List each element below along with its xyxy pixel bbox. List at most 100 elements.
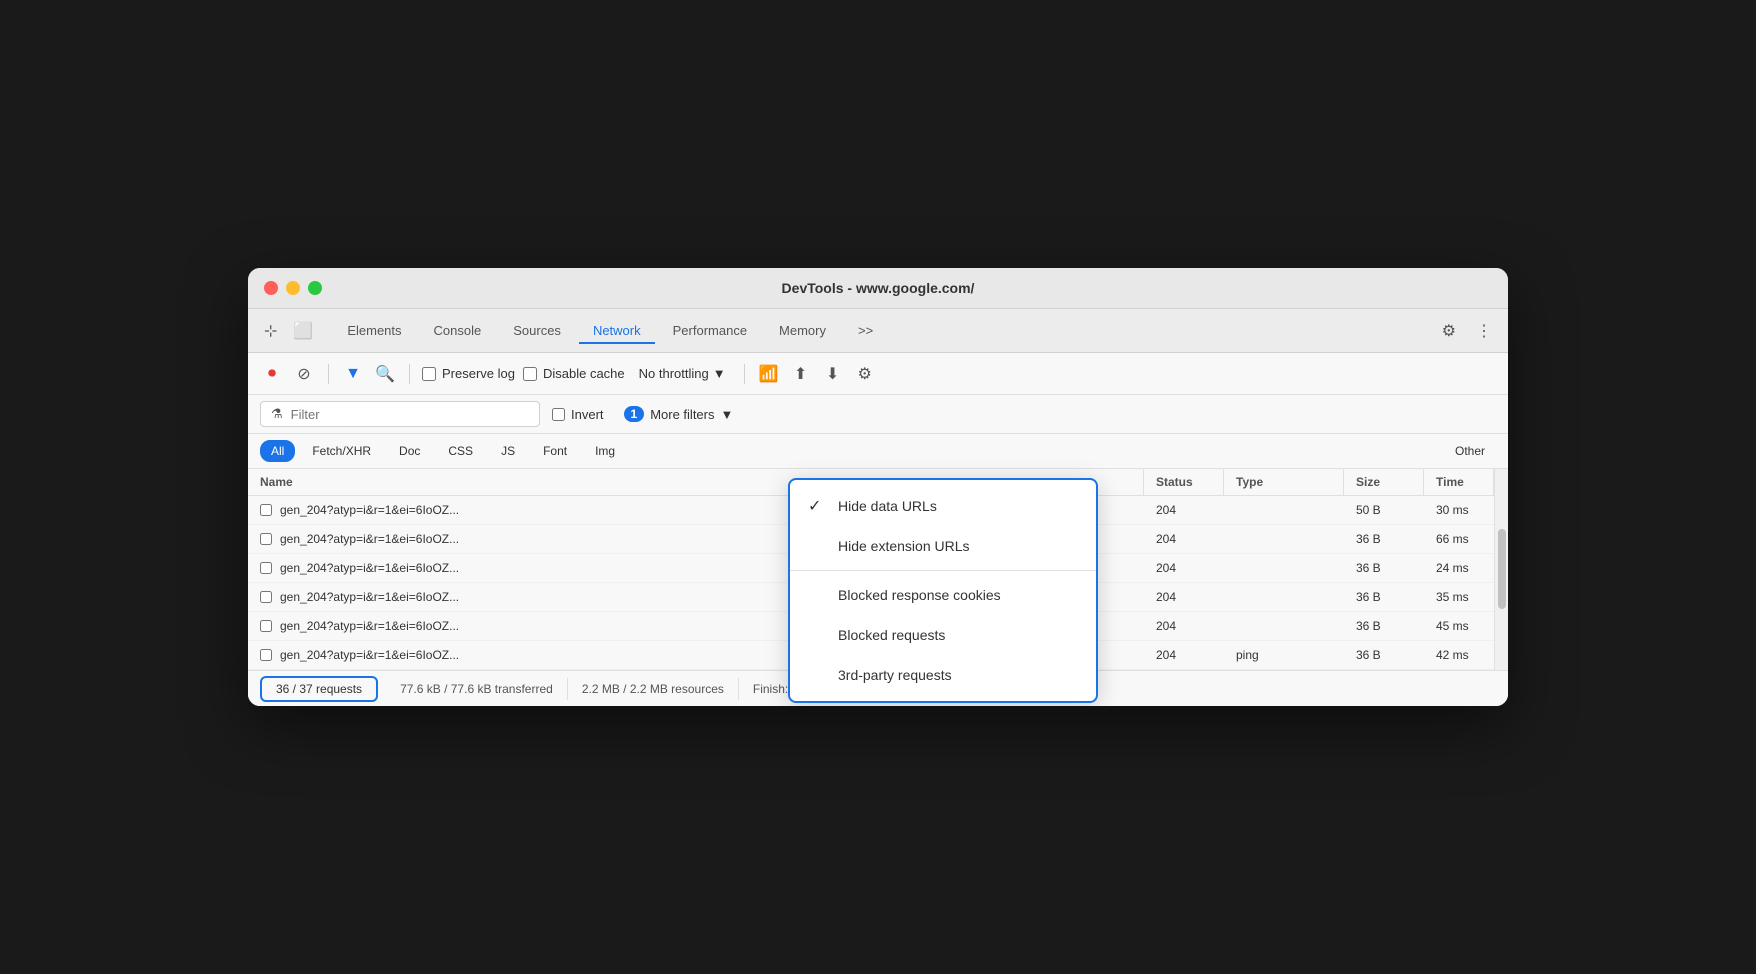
devtools-window: DevTools - www.google.com/ ⊹ ⬜ Elements …: [248, 268, 1508, 706]
scrollbar[interactable]: [1494, 469, 1508, 670]
clear-button[interactable]: ⊘: [292, 362, 316, 386]
maximize-button[interactable]: [308, 281, 322, 295]
tab-more[interactable]: >>: [844, 317, 887, 344]
disable-cache-group: Disable cache: [523, 366, 625, 381]
cell-type-3: [1224, 561, 1344, 575]
filter-icon[interactable]: ▼: [341, 362, 365, 386]
throttle-select[interactable]: No throttling ▼: [633, 364, 732, 383]
stop-recording-button[interactable]: ⏺: [260, 362, 284, 386]
dropdown-item-blocked-cookies[interactable]: ✓ Blocked response cookies: [790, 575, 1096, 615]
tab-network[interactable]: Network: [579, 317, 655, 344]
status-resources: 2.2 MB / 2.2 MB resources: [568, 678, 739, 700]
dropdown-item-hide-extension-urls[interactable]: ✓ Hide extension URLs: [790, 526, 1096, 566]
type-btn-other[interactable]: Other: [1444, 440, 1496, 462]
network-settings-icon[interactable]: ⚙: [853, 362, 877, 386]
cell-type-1: [1224, 503, 1344, 517]
invert-group: Invert: [552, 407, 604, 422]
cell-time-5: 45 ms: [1424, 612, 1494, 640]
type-btn-js[interactable]: JS: [490, 440, 526, 462]
row-checkbox-4[interactable]: [260, 591, 272, 603]
more-options-icon[interactable]: ⋮: [1472, 317, 1496, 345]
cell-size-1: 50 B: [1344, 496, 1424, 524]
more-filters-label: More filters: [650, 407, 714, 422]
cell-size-4: 36 B: [1344, 583, 1424, 611]
device-icon[interactable]: ⬜: [289, 317, 317, 345]
window-title: DevTools - www.google.com/: [782, 280, 975, 296]
dropdown-item-label-3: Blocked response cookies: [838, 587, 1001, 603]
tab-performance[interactable]: Performance: [659, 317, 761, 344]
preserve-log-label: Preserve log: [442, 366, 515, 381]
filter-input-wrap: ⚗: [260, 401, 540, 427]
download-icon[interactable]: ⬇: [821, 362, 845, 386]
row-checkbox-2[interactable]: [260, 533, 272, 545]
tab-memory[interactable]: Memory: [765, 317, 840, 344]
type-btn-img[interactable]: Img: [584, 440, 626, 462]
row-checkbox-5[interactable]: [260, 620, 272, 632]
cell-size-3: 36 B: [1344, 554, 1424, 582]
titlebar: DevTools - www.google.com/: [248, 268, 1508, 309]
cell-size-5: 36 B: [1344, 612, 1424, 640]
cell-size-6: 36 B: [1344, 641, 1424, 669]
settings-gear-icon[interactable]: ⚙: [1438, 317, 1460, 345]
tab-sources[interactable]: Sources: [499, 317, 575, 344]
disable-cache-checkbox[interactable]: [523, 367, 537, 381]
throttle-arrow-icon: ▼: [713, 366, 726, 381]
throttle-label: No throttling: [639, 366, 709, 381]
disable-cache-label: Disable cache: [543, 366, 625, 381]
row-checkbox-3[interactable]: [260, 562, 272, 574]
more-filters-dropdown: ✓ Hide data URLs ✓ Hide extension URLs ✓…: [788, 478, 1098, 703]
separator-3: [744, 364, 745, 384]
minimize-button[interactable]: [286, 281, 300, 295]
cell-status-6: 204: [1144, 641, 1224, 669]
type-filter-bar: All Fetch/XHR Doc CSS JS Font Img ✓ Hide…: [248, 434, 1508, 469]
dropdown-divider: [790, 570, 1096, 571]
dropdown-item-label: Hide data URLs: [838, 498, 937, 514]
dropdown-item-label-5: 3rd-party requests: [838, 667, 952, 683]
scrollbar-thumb[interactable]: [1498, 529, 1506, 609]
cell-type-5: [1224, 619, 1344, 633]
cell-type-2: [1224, 532, 1344, 546]
row-checkbox-6[interactable]: [260, 649, 272, 661]
devtools-content: ⊹ ⬜ Elements Console Sources Network Per…: [248, 309, 1508, 706]
tab-bar-right: ⚙ ⋮: [1438, 317, 1496, 345]
cell-time-2: 66 ms: [1424, 525, 1494, 553]
type-btn-fetchxhr[interactable]: Fetch/XHR: [301, 440, 382, 462]
cell-type-6: ping: [1224, 641, 1344, 669]
search-icon[interactable]: 🔍: [373, 362, 397, 386]
cell-type-4: [1224, 590, 1344, 604]
dropdown-item-blocked-requests[interactable]: ✓ Blocked requests: [790, 615, 1096, 655]
checkmark-icon: ✓: [808, 496, 828, 516]
cell-status-5: 204: [1144, 612, 1224, 640]
type-btn-doc[interactable]: Doc: [388, 440, 431, 462]
more-filters-button[interactable]: 1 More filters ▼: [616, 402, 742, 426]
filter-badge: 1: [624, 406, 645, 422]
upload-icon[interactable]: ⬆: [789, 362, 813, 386]
type-btn-font[interactable]: Font: [532, 440, 578, 462]
filter-input[interactable]: [291, 407, 529, 422]
preserve-log-group: Preserve log: [422, 366, 515, 381]
dropdown-item-label-2: Hide extension URLs: [838, 538, 970, 554]
tab-console[interactable]: Console: [420, 317, 496, 344]
type-btn-all[interactable]: All: [260, 440, 295, 462]
cursor-icon[interactable]: ⊹: [260, 317, 281, 345]
window-controls: [264, 281, 322, 295]
tab-bar: ⊹ ⬜ Elements Console Sources Network Per…: [248, 309, 1508, 353]
preserve-log-checkbox[interactable]: [422, 367, 436, 381]
header-size: Size: [1344, 469, 1424, 495]
cell-status-4: 204: [1144, 583, 1224, 611]
more-filters-arrow-icon: ▼: [721, 407, 734, 422]
cell-time-4: 35 ms: [1424, 583, 1494, 611]
close-button[interactable]: [264, 281, 278, 295]
toolbar: ⏺ ⊘ ▼ 🔍 Preserve log Disable cache No th…: [248, 353, 1508, 395]
dropdown-item-hide-data-urls[interactable]: ✓ Hide data URLs: [790, 486, 1096, 526]
row-checkbox-1[interactable]: [260, 504, 272, 516]
tab-bar-icons: ⊹ ⬜: [260, 317, 317, 345]
wifi-icon[interactable]: 📶: [757, 362, 781, 386]
cell-time-1: 30 ms: [1424, 496, 1494, 524]
type-btn-css[interactable]: CSS: [437, 440, 484, 462]
dropdown-item-3rd-party[interactable]: ✓ 3rd-party requests: [790, 655, 1096, 695]
cell-time-6: 42 ms: [1424, 641, 1494, 669]
invert-checkbox[interactable]: [552, 408, 565, 421]
separator-1: [328, 364, 329, 384]
tab-elements[interactable]: Elements: [333, 317, 415, 344]
